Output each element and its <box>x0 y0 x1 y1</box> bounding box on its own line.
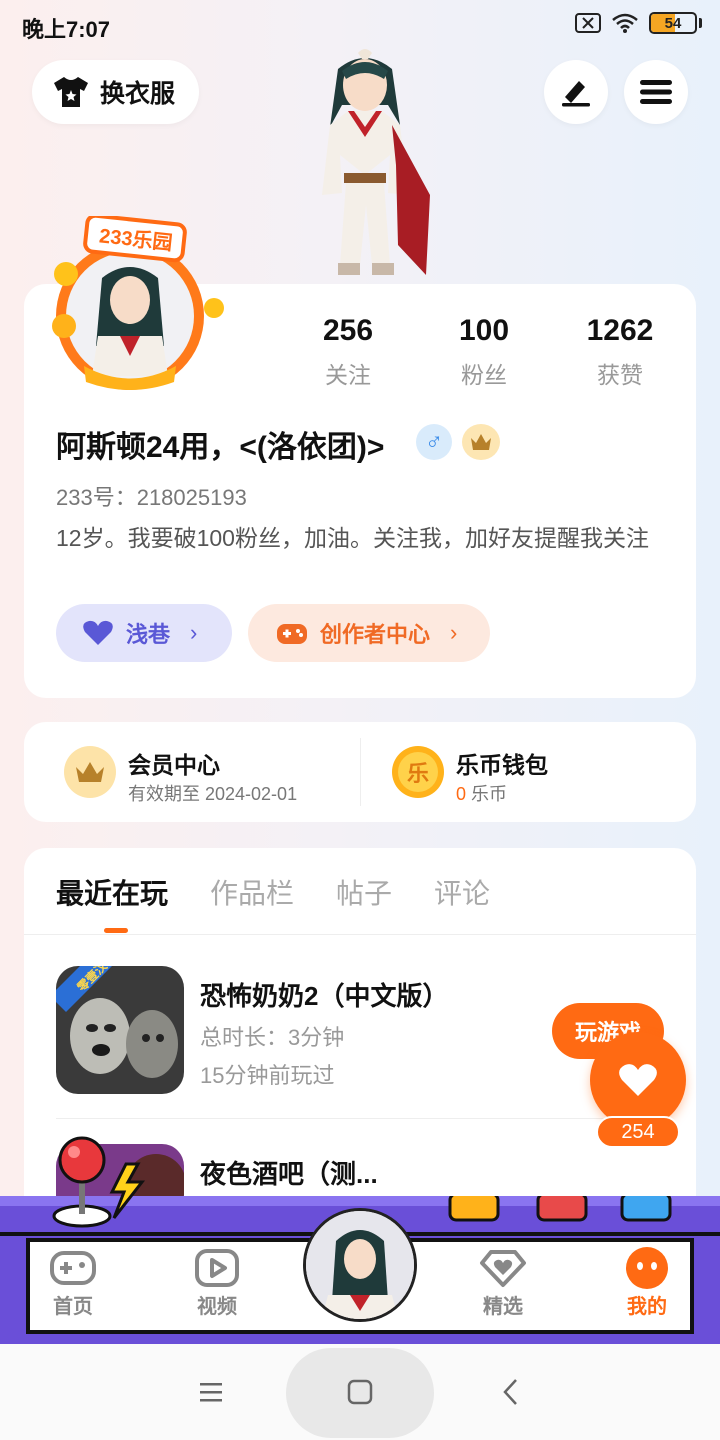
tab-divider <box>24 934 696 935</box>
tab-posts[interactable]: 帖子 <box>336 872 392 912</box>
tab-comments[interactable]: 评论 <box>434 872 490 912</box>
joystick-icon <box>52 1136 146 1228</box>
stat-likes-label: 获赞 <box>597 362 643 388</box>
user-bio: 12岁。我要破100粉丝，加油。关注我，加好友提醒我关注 <box>56 525 649 551</box>
nav-video-label: 视频 <box>197 1296 237 1318</box>
nav-home-label: 首页 <box>53 1296 93 1318</box>
face-icon <box>626 1247 668 1289</box>
pen-icon <box>562 81 590 107</box>
purple-heart-icon <box>83 620 113 645</box>
nav-featured[interactable]: 精选 <box>458 1246 548 1319</box>
nav-video[interactable]: 视频 <box>172 1246 262 1319</box>
stat-likes-value: 1262 <box>586 314 654 347</box>
profile-avatar-badge[interactable]: 233乐园 <box>44 216 226 396</box>
game-title[interactable]: 恐怖奶奶2（中文版） <box>200 976 448 1013</box>
coin-balance: 0 乐币 <box>456 780 507 806</box>
coin-icon: 乐 <box>392 746 444 798</box>
nickname: 阿斯顿24用，<(洛依团)> <box>56 431 385 464</box>
lane-button[interactable]: 浅巷 › <box>56 604 232 662</box>
vip-center-title[interactable]: 会员中心 <box>128 746 220 780</box>
chevron-right-icon: › <box>450 620 458 645</box>
stat-following-label: 关注 <box>325 362 371 388</box>
sim-off-icon <box>575 13 601 33</box>
vip-expiry: 有效期至 2024-02-01 <box>128 784 298 804</box>
profile-tabs: 最近在玩 作品栏 帖子 评论 <box>56 872 490 912</box>
game-last-played: 15分钟前玩过 <box>200 1063 335 1088</box>
nav-featured-label: 精选 <box>483 1296 523 1318</box>
hamburger-icon <box>640 80 672 104</box>
wifi-icon <box>612 13 638 33</box>
heart-diamond-icon <box>480 1250 526 1287</box>
game-thumbnail[interactable]: 零壹汉化 <box>56 966 184 1094</box>
play-icon <box>195 1249 239 1287</box>
change-outfit-button[interactable]: 换衣服 <box>32 60 200 124</box>
row-divider <box>56 1118 668 1119</box>
tab-works[interactable]: 作品栏 <box>210 872 294 912</box>
crown-badge-icon[interactable] <box>462 424 500 460</box>
status-icons: 54 <box>575 12 702 34</box>
menu-button[interactable] <box>624 60 688 124</box>
battery-tip <box>699 18 702 28</box>
coin-icon-text: 乐 <box>398 752 438 792</box>
back-icon[interactable] <box>500 1378 522 1406</box>
avatar-character[interactable] <box>280 45 450 290</box>
creator-center-label: 创作者中心 <box>320 622 431 647</box>
chevron-right-icon: › <box>190 620 198 645</box>
coin-unit: 乐币 <box>471 784 508 804</box>
stat-fans-value: 100 <box>458 314 510 347</box>
home-icon[interactable] <box>347 1379 373 1405</box>
wallet-title[interactable]: 乐币钱包 <box>456 746 548 780</box>
nav-me-label: 我的 <box>627 1296 667 1318</box>
like-button[interactable] <box>590 1032 686 1128</box>
male-icon: ♂ <box>416 424 452 460</box>
creator-center-button[interactable]: 创作者中心 › <box>248 604 490 662</box>
edit-button[interactable] <box>544 60 608 124</box>
battery-icon: 54 <box>649 12 697 34</box>
stat-fans[interactable]: 100 粉丝 <box>424 314 544 390</box>
gamepad-icon <box>50 1251 96 1285</box>
stat-fans-label: 粉丝 <box>461 362 507 388</box>
vip-wallet-card <box>24 722 696 822</box>
crown-icon <box>64 746 116 798</box>
nav-center-avatar[interactable] <box>303 1208 417 1322</box>
tab-indicator <box>104 928 128 933</box>
vip-divider <box>360 738 361 806</box>
stat-following-value: 256 <box>322 314 374 347</box>
nav-me[interactable]: 我的 <box>602 1246 692 1319</box>
like-count: 254 <box>596 1116 680 1148</box>
coin-amount: 0 <box>456 784 467 804</box>
nav-home[interactable]: 首页 <box>28 1246 118 1319</box>
lane-label: 浅巷 <box>126 622 171 647</box>
change-outfit-label: 换衣服 <box>100 80 176 108</box>
status-bar: 晚上7:07 54 <box>0 0 720 50</box>
game-duration: 总时长：3分钟 <box>200 1025 345 1050</box>
recents-icon[interactable] <box>198 1380 224 1404</box>
status-time: 晚上7:07 <box>22 17 111 42</box>
tab-recent-played[interactable]: 最近在玩 <box>56 872 168 912</box>
stat-following[interactable]: 256 关注 <box>288 314 408 390</box>
user-id: 233号：218025193 <box>56 485 247 510</box>
tshirt-icon <box>54 77 88 107</box>
heart-icon <box>619 1064 657 1096</box>
stat-likes[interactable]: 1262 获赞 <box>560 314 680 390</box>
gamepad-icon <box>277 624 307 644</box>
game-title[interactable]: 夜色酒吧（测... <box>200 1154 378 1191</box>
